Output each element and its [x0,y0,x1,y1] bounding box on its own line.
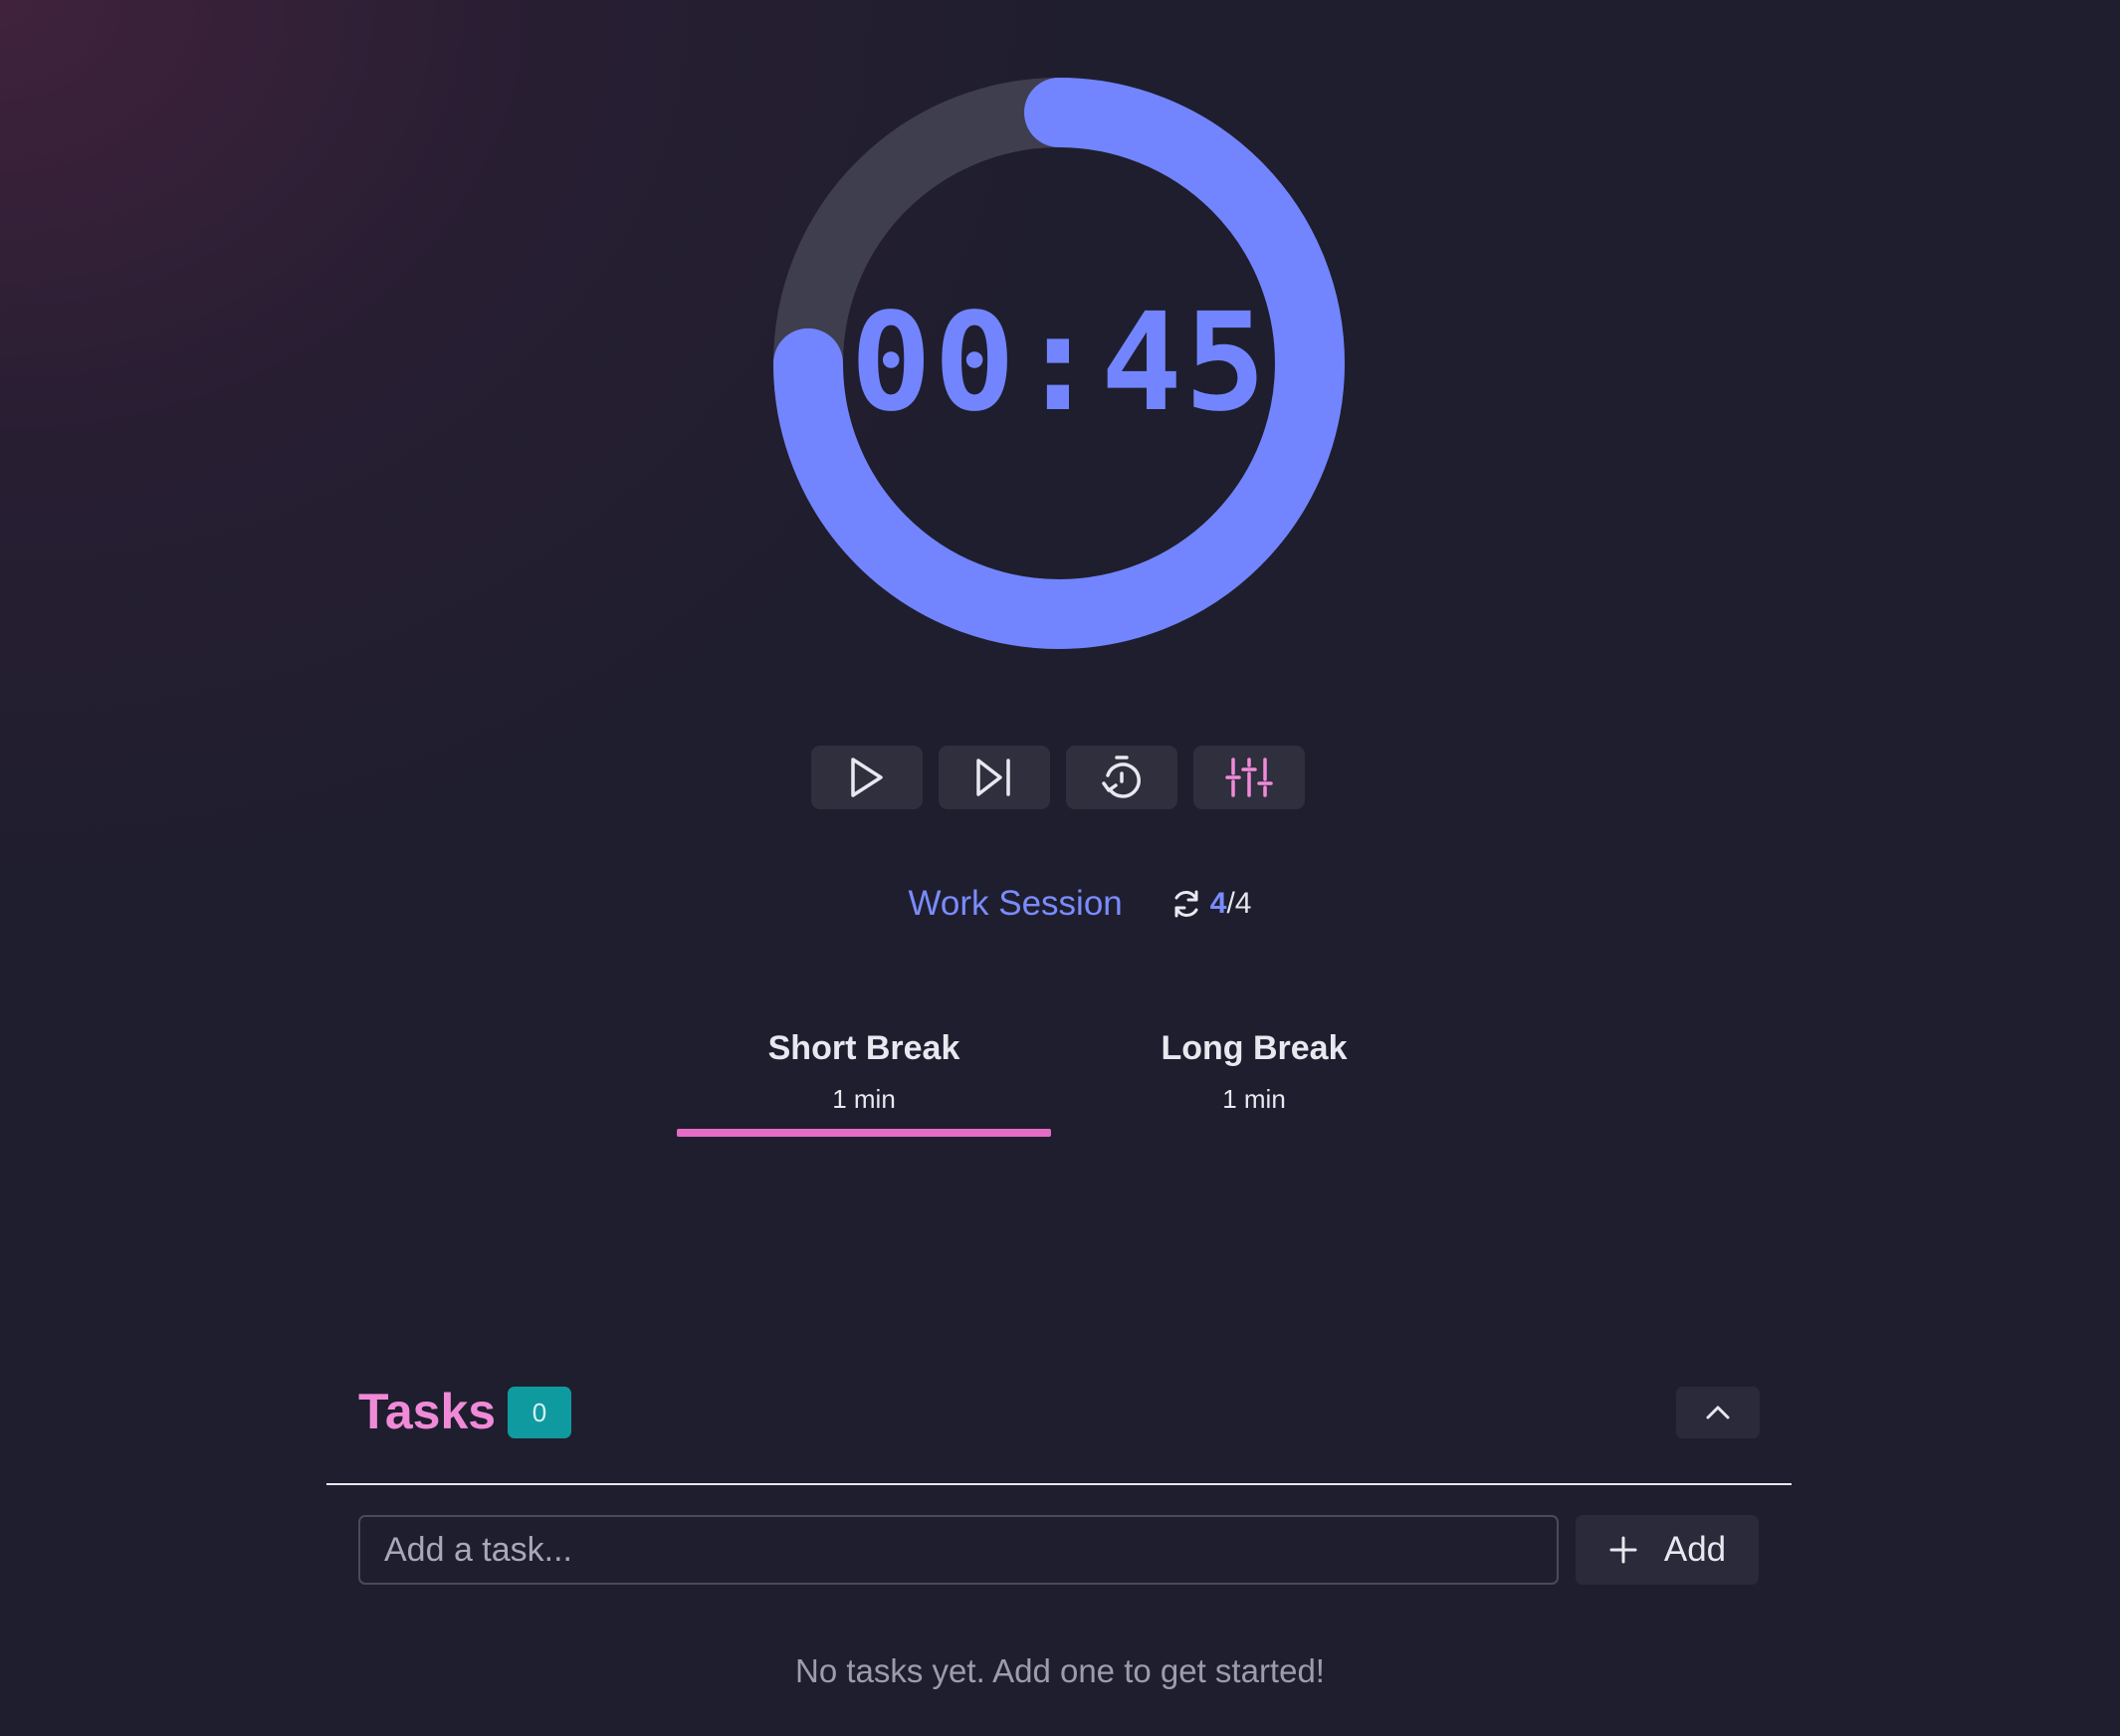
tab-short-break[interactable]: Short Break 1 min [677,1025,1051,1137]
add-task-label: Add [1663,1530,1727,1569]
settings-button[interactable] [1193,746,1305,809]
tab-short-break-title: Short Break [767,1029,960,1067]
tab-long-break-duration: 1 min [1222,1084,1286,1114]
break-selector: Short Break 1 min Long Break 1 min [677,1025,1457,1137]
empty-tasks-message: No tasks yet. Add one to get started! [795,1652,1325,1689]
tab-long-break-title: Long Break [1161,1029,1348,1067]
timer-reset-icon [1102,756,1141,798]
skip-button[interactable] [939,746,1050,809]
plus-icon [1609,1536,1637,1564]
timer-ring: 00:45 [770,75,1348,652]
tasks-count-badge: 0 [508,1387,571,1438]
collapse-tasks-button[interactable] [1676,1387,1760,1438]
play-icon [851,758,883,797]
tasks-title: Tasks [358,1384,497,1439]
session-info: Work Session 4/4 [0,884,2120,924]
skip-forward-icon [976,759,1010,796]
tab-short-break-duration: 1 min [832,1084,896,1114]
add-task-button[interactable]: Add [1576,1515,1759,1585]
reset-timer-button[interactable] [1066,746,1177,809]
timer-display: 00:45 [850,285,1268,442]
cycle-counter: 4/4 [1170,887,1252,921]
tab-long-break[interactable]: Long Break 1 min [1067,1025,1441,1137]
refresh-icon [1174,890,1198,918]
timer-controls [811,746,1305,809]
chevron-up-icon [1706,1406,1730,1419]
sliders-icon [1225,758,1273,797]
session-label: Work Session [908,884,1123,923]
play-button[interactable] [811,746,923,809]
tasks-header: Tasks 0 [326,1384,1792,1485]
cycle-total: /4 [1226,887,1252,920]
task-input[interactable] [358,1515,1559,1585]
cycle-current: 4 [1209,887,1227,920]
